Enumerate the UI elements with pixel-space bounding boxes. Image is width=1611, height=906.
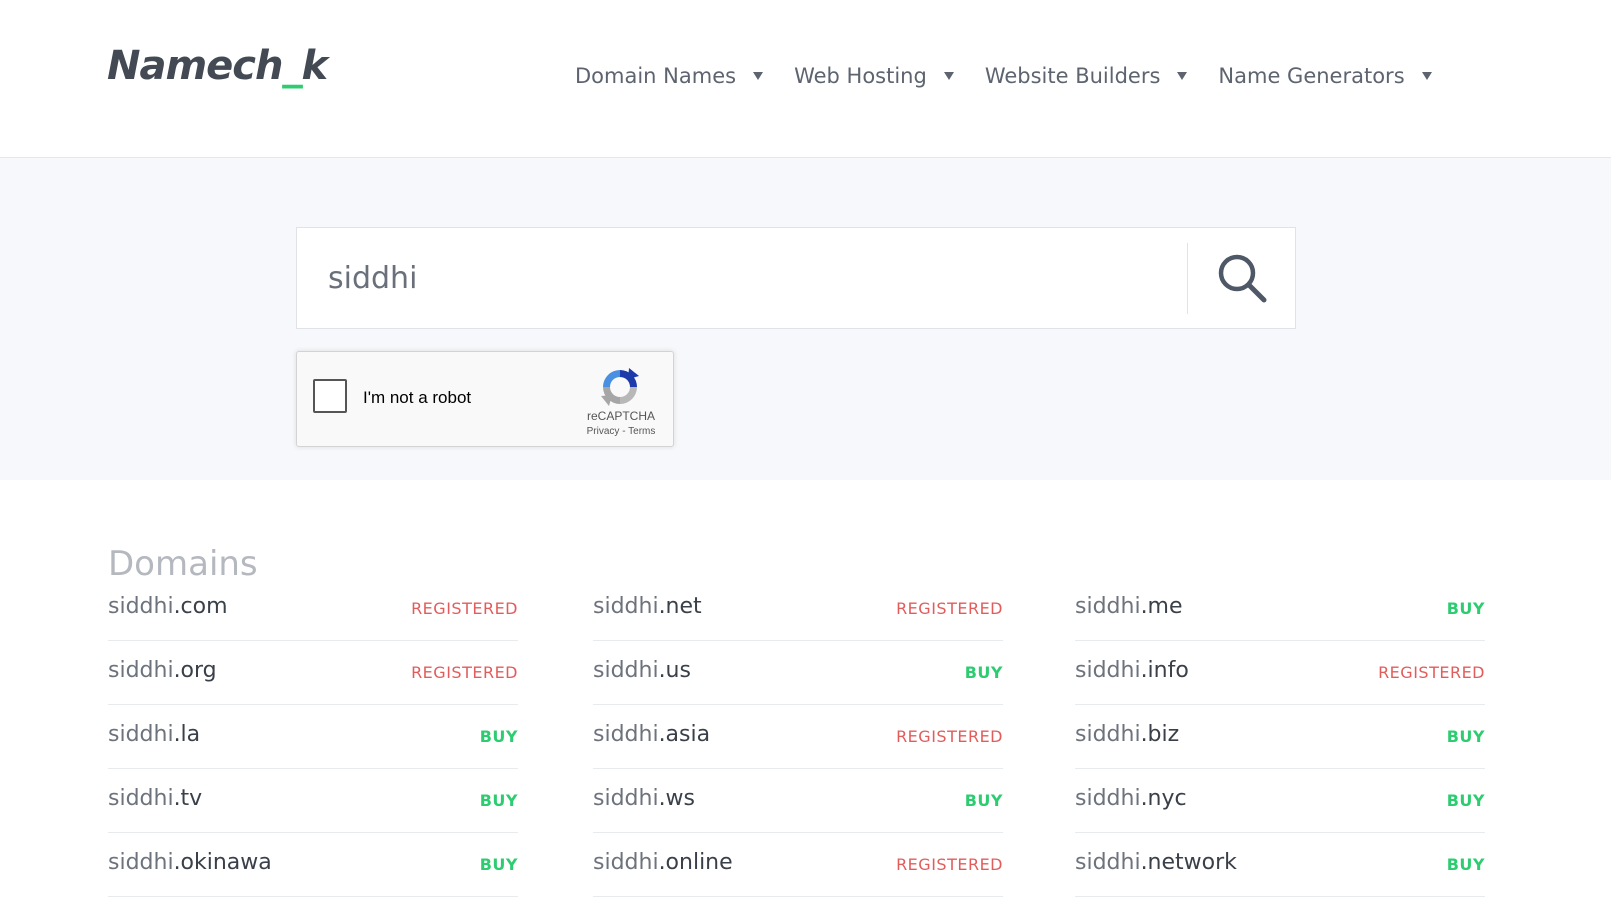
domain-row[interactable]: siddhi.biz BUY xyxy=(1075,705,1485,769)
domain-search-input[interactable] xyxy=(297,228,1187,328)
main-nav: Domain Names Web Hosting Website Builder… xyxy=(575,58,1463,94)
caret-down-icon xyxy=(1421,72,1432,80)
buy-button[interactable]: BUY xyxy=(1447,599,1485,618)
recaptcha-widget: I'm not a robot reCAPTCHA Privacy - Term… xyxy=(296,351,674,447)
domain-row[interactable]: siddhi.tv BUY xyxy=(108,769,518,833)
nav-item-name-generators[interactable]: Name Generators xyxy=(1218,64,1432,88)
logo-text-main: Namech xyxy=(107,43,283,89)
recaptcha-checkbox[interactable] xyxy=(313,379,347,413)
domain-name: siddhi.org xyxy=(108,658,217,683)
domain-row[interactable]: siddhi.net REGISTERED xyxy=(593,577,1003,641)
domain-status-badge: REGISTERED xyxy=(1378,663,1485,682)
buy-button[interactable]: BUY xyxy=(965,663,1003,682)
buy-button[interactable]: BUY xyxy=(480,855,518,874)
domain-row[interactable]: siddhi.ws BUY xyxy=(593,769,1003,833)
domain-column: siddhi.me BUY siddhi.info REGISTERED sid… xyxy=(1075,577,1485,897)
recaptcha-links: Privacy - Terms xyxy=(571,426,671,437)
domain-row[interactable]: siddhi.us BUY xyxy=(593,641,1003,705)
recaptcha-privacy-link[interactable]: Privacy xyxy=(587,426,620,437)
domain-name: siddhi.ws xyxy=(593,786,696,811)
recaptcha-label: I'm not a robot xyxy=(363,388,472,407)
domain-row[interactable]: siddhi.online REGISTERED xyxy=(593,833,1003,897)
caret-down-icon xyxy=(753,72,764,80)
domain-name: siddhi.online xyxy=(593,850,733,875)
buy-button[interactable]: BUY xyxy=(480,727,518,746)
domain-name: siddhi.me xyxy=(1075,594,1183,619)
recaptcha-brand: reCAPTCHA xyxy=(586,409,655,423)
search-section: I'm not a robot reCAPTCHA Privacy - Term… xyxy=(0,158,1611,480)
domain-row[interactable]: siddhi.okinawa BUY xyxy=(108,833,518,897)
nav-item-label: Name Generators xyxy=(1218,64,1405,88)
caret-down-icon xyxy=(1177,72,1188,80)
nav-item-label: Domain Names xyxy=(575,64,737,88)
domain-name: siddhi.us xyxy=(593,658,691,683)
domain-name: siddhi.net xyxy=(593,594,702,619)
domain-row[interactable]: siddhi.network BUY xyxy=(1075,833,1485,897)
recaptcha-terms-link[interactable]: Terms xyxy=(628,426,655,437)
site-header: Namech_k Domain Names Web Hosting Websit… xyxy=(0,0,1611,158)
domain-row[interactable]: siddhi.asia REGISTERED xyxy=(593,705,1003,769)
domain-row[interactable]: siddhi.info REGISTERED xyxy=(1075,641,1485,705)
domain-column: siddhi.com REGISTERED siddhi.org REGISTE… xyxy=(108,577,518,897)
domain-status-badge: REGISTERED xyxy=(896,727,1003,746)
nav-item-website-builders[interactable]: Website Builders xyxy=(985,64,1188,88)
recaptcha-separator: - xyxy=(619,426,629,437)
nav-item-label: Web Hosting xyxy=(794,64,927,88)
domain-name: siddhi.com xyxy=(108,594,228,619)
logo-text-end: k xyxy=(301,43,328,89)
domain-row[interactable]: siddhi.com REGISTERED xyxy=(108,577,518,641)
buy-button[interactable]: BUY xyxy=(1447,855,1485,874)
domain-status-badge: REGISTERED xyxy=(411,663,518,682)
domain-status-badge: REGISTERED xyxy=(896,855,1003,874)
domain-name: siddhi.asia xyxy=(593,722,711,747)
domain-status-badge: REGISTERED xyxy=(896,599,1003,618)
nav-item-label: Website Builders xyxy=(984,64,1161,88)
search-icon xyxy=(1218,254,1267,303)
domain-row[interactable]: siddhi.la BUY xyxy=(108,705,518,769)
buy-button[interactable]: BUY xyxy=(480,791,518,810)
domain-name: siddhi.network xyxy=(1075,850,1237,875)
search-button[interactable] xyxy=(1188,228,1296,328)
recaptcha-logo-icon xyxy=(601,368,639,406)
caret-down-icon xyxy=(943,72,954,80)
domain-name: siddhi.tv xyxy=(108,786,203,811)
buy-button[interactable]: BUY xyxy=(1447,727,1485,746)
buy-button[interactable]: BUY xyxy=(965,791,1003,810)
domain-name: siddhi.la xyxy=(108,722,201,747)
domain-name: siddhi.nyc xyxy=(1075,786,1187,811)
domain-row[interactable]: siddhi.org REGISTERED xyxy=(108,641,518,705)
logo-underscore: _ xyxy=(282,43,302,89)
search-box xyxy=(296,227,1296,329)
domain-name: siddhi.okinawa xyxy=(108,850,272,875)
buy-button[interactable]: BUY xyxy=(1447,791,1485,810)
nav-item-web-hosting[interactable]: Web Hosting xyxy=(794,64,954,88)
domain-status-badge: REGISTERED xyxy=(411,599,518,618)
site-logo[interactable]: Namech_k xyxy=(107,43,328,89)
nav-item-domain-names[interactable]: Domain Names xyxy=(575,64,764,88)
domain-name: siddhi.biz xyxy=(1075,722,1180,747)
domain-column: siddhi.net REGISTERED siddhi.us BUY sidd… xyxy=(593,577,1003,897)
domain-row[interactable]: siddhi.me BUY xyxy=(1075,577,1485,641)
domain-results: Domains siddhi.com REGISTERED siddhi.org… xyxy=(0,480,1611,905)
domain-row[interactable]: siddhi.nyc BUY xyxy=(1075,769,1485,833)
domain-name: siddhi.info xyxy=(1075,658,1189,683)
